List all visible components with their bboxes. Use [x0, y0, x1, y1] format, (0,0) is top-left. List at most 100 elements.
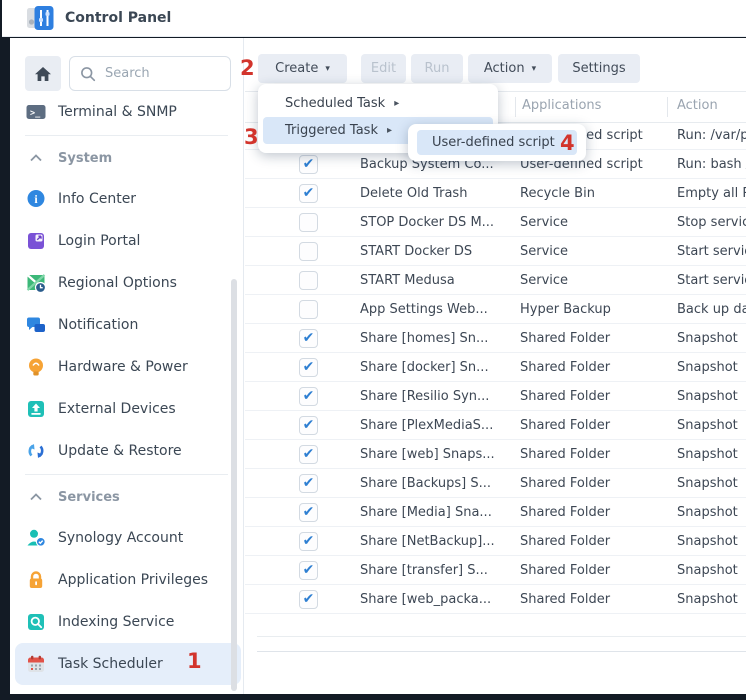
sidebar-item-label: Task Scheduler [58, 656, 163, 672]
task-action-cell: Snapshot [677, 534, 746, 549]
sidebar-item-label: Synology Account [58, 530, 183, 546]
task-enabled-checkbox[interactable]: ✔ [299, 561, 318, 580]
table-row[interactable]: App Settings Web...Hyper BackupBack up d… [245, 295, 746, 324]
task-enabled-checkbox[interactable]: ✔ [299, 474, 318, 493]
chevron-up-icon [25, 486, 47, 508]
info-center-icon: i [25, 188, 47, 210]
sidebar-section-system[interactable]: System [15, 138, 243, 178]
task-enabled-checkbox[interactable]: ✔ [299, 387, 318, 406]
search-icon [79, 63, 97, 85]
submenu-item-label: User-defined script [432, 135, 555, 150]
task-enabled-checkbox[interactable]: ✔ [299, 503, 318, 522]
task-name-cell: Share [Media] Sna... [360, 505, 520, 520]
table-row[interactable]: ✔Share [PlexMediaS...Shared FolderSnapsh… [245, 411, 746, 440]
sidebar-search-row [25, 56, 243, 91]
sidebar-item-label: Application Privileges [58, 572, 208, 588]
submenu-arrow-icon: ▸ [387, 125, 392, 136]
task-name-cell: Share [transfer] S... [360, 563, 520, 578]
sidebar: >_Terminal & SNMP SystemiInfo CenterLogin… [10, 38, 244, 694]
table-row[interactable]: START Docker DSServiceStart servic [245, 237, 746, 266]
sidebar-item-info-center[interactable]: iInfo Center [15, 178, 241, 220]
home-button[interactable] [25, 56, 61, 91]
sidebar-scrollbar[interactable] [231, 279, 237, 691]
table-row[interactable]: ✔Delete Old TrashRecycle BinEmpty all R [245, 179, 746, 208]
table-row[interactable]: ✔Share [docker] Sn...Shared FolderSnapsh… [245, 353, 746, 382]
sidebar-item-label: Hardware & Power [58, 359, 188, 375]
run-button-label: Run [425, 61, 450, 76]
sidebar-item-hardware-power[interactable]: Hardware & Power [15, 346, 241, 388]
task-enabled-checkbox[interactable]: ✔ [299, 416, 318, 435]
sidebar-item-regional-options[interactable]: Regional Options [15, 262, 241, 304]
action-button[interactable]: Action ▾ [468, 54, 552, 83]
sidebar-item-label: External Devices [58, 401, 176, 417]
task-action-cell: Snapshot [677, 331, 746, 346]
task-enabled-checkbox[interactable]: ✔ [299, 532, 318, 551]
home-icon [32, 63, 54, 85]
sidebar-item-external-devices[interactable]: External Devices [15, 388, 241, 430]
table-row[interactable]: ✔ Share [NetBackup]...Shared FolderSnapsh… [245, 527, 746, 556]
menu-item-scheduled-task[interactable]: Scheduled Task▸ [263, 90, 493, 117]
sidebar-item-terminal-snmp[interactable]: >_Terminal & SNMP [15, 91, 241, 133]
column-header-applications[interactable]: Applications [522, 98, 601, 113]
menu-item-label: Triggered Task [285, 123, 378, 138]
chevron-up-icon [25, 147, 47, 169]
sidebar-section-services[interactable]: Services [15, 477, 243, 517]
task-name-cell: Share [NetBackup]... [360, 534, 520, 549]
sidebar-item-indexing-service[interactable]: Indexing Service [15, 601, 241, 643]
sidebar-item-label: Update & Restore [58, 443, 182, 459]
sidebar-item-synology-account[interactable]: Synology Account [15, 517, 241, 559]
task-enabled-checkbox[interactable] [299, 213, 318, 232]
edit-button-label: Edit [371, 61, 396, 76]
table-bottom-line [257, 651, 746, 652]
task-application-cell: Hyper Backup [520, 302, 677, 317]
task-name-cell: Share [Backups] S... [360, 476, 520, 491]
update-restore-icon [25, 440, 47, 462]
task-name-cell: Share [docker] Sn... [360, 360, 520, 375]
table-row[interactable]: ✔Share [homes] Sn...Shared FolderSnapsho… [245, 324, 746, 353]
sidebar-item-update-restore[interactable]: Update & Restore [15, 430, 241, 472]
table-row[interactable]: ✔Share [web_packa...Shared FolderSnapsho… [245, 585, 746, 614]
annotation-step-2: 2 [240, 58, 255, 79]
sidebar-item-application-privileges[interactable]: Application Privileges [15, 559, 241, 601]
table-row[interactable]: ✔Share [web] Snaps...Shared FolderSnapsh… [245, 440, 746, 469]
task-enabled-checkbox[interactable]: ✔ [299, 445, 318, 464]
task-action-cell: Run: bash / [677, 157, 746, 172]
task-enabled-checkbox[interactable] [299, 300, 318, 319]
table-row[interactable]: START MedusaServiceStart servic [245, 266, 746, 295]
submenu-item-user-defined-script[interactable]: User-defined script [417, 130, 577, 155]
task-enabled-checkbox[interactable] [299, 271, 318, 290]
regional-options-icon [25, 272, 47, 294]
sidebar-item-task-scheduler[interactable]: Task Scheduler [15, 643, 241, 685]
task-enabled-checkbox[interactable]: ✔ [299, 155, 318, 174]
task-application-cell: Shared Folder [520, 476, 677, 491]
table-row[interactable]: ✔Share [Resilio Syn...Shared FolderSnaps… [245, 382, 746, 411]
run-button: Run [411, 54, 463, 83]
task-enabled-checkbox[interactable]: ✔ [299, 590, 318, 609]
settings-button[interactable]: Settings [558, 54, 640, 83]
task-enabled-checkbox[interactable]: ✔ [299, 358, 318, 377]
task-application-cell: Shared Folder [520, 331, 677, 346]
task-enabled-checkbox[interactable] [299, 242, 318, 261]
sidebar-item-label: Terminal & SNMP [58, 104, 177, 120]
sidebar-item-label: Regional Options [58, 275, 177, 291]
sidebar-divider [25, 474, 228, 475]
create-button[interactable]: Create ▾ [258, 54, 347, 83]
sidebar-item-login-portal[interactable]: Login Portal [15, 220, 241, 262]
synology-account-icon [25, 527, 47, 549]
menu-item-label: Scheduled Task [285, 96, 385, 111]
table-row[interactable]: ✔Share [Backups] S...Shared FolderSnapsh… [245, 469, 746, 498]
table-row[interactable]: ✔Share [transfer] S...Shared FolderSnaps… [245, 556, 746, 585]
task-application-cell: Shared Folder [520, 534, 677, 549]
table-row[interactable]: ✔Share [Media] Sna...Shared FolderSnapsh… [245, 498, 746, 527]
task-action-cell: Snapshot [677, 447, 746, 462]
column-header-action[interactable]: Action [677, 98, 718, 113]
task-enabled-checkbox[interactable]: ✔ [299, 184, 318, 203]
annotation-step-4: 4 [560, 133, 575, 154]
task-application-cell: Shared Folder [520, 418, 677, 433]
notification-icon [25, 314, 47, 336]
task-application-cell: Shared Folder [520, 505, 677, 520]
search-input[interactable] [103, 65, 217, 82]
table-row[interactable]: STOP Docker DS M...ServiceStop servic [245, 208, 746, 237]
sidebar-item-notification[interactable]: Notification [15, 304, 241, 346]
task-enabled-checkbox[interactable]: ✔ [299, 329, 318, 348]
